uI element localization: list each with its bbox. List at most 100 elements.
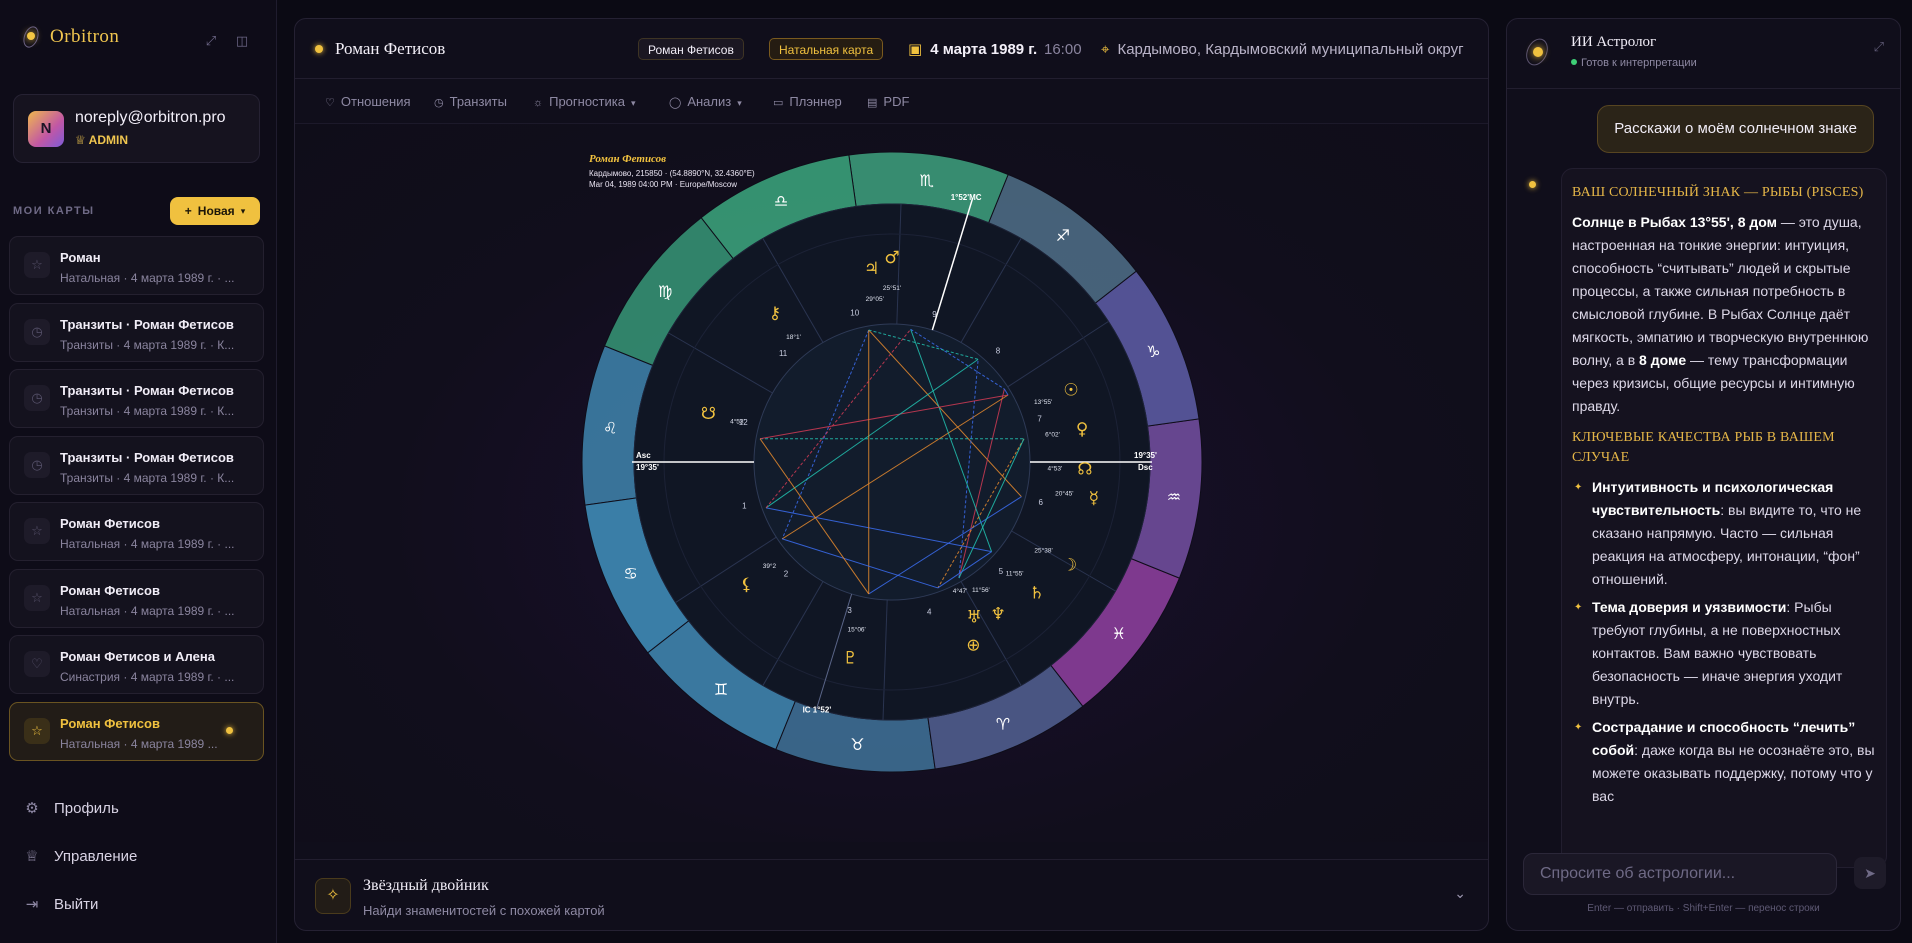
chart-item-subtitle: Синастрия · 4 марта 1989 г. · ...	[60, 670, 235, 684]
ai-question-input[interactable]: Спросите об астрологии...	[1523, 853, 1837, 895]
status-dot	[315, 45, 323, 53]
planet-mars-glyph[interactable]: ♂	[884, 248, 899, 268]
dsc-label: Dsc	[1138, 463, 1153, 472]
asc-degree: 19°35'	[636, 463, 659, 472]
zodiac-glyph: ♐	[1056, 226, 1070, 245]
sidebar-link-label: Управление	[54, 847, 138, 865]
user-role-label: ADMIN	[88, 133, 128, 147]
zodiac-glyph: ♒	[1167, 488, 1181, 507]
zodiac-glyph: ♌	[603, 418, 617, 437]
chart-item-title: Роман Фетисов	[60, 582, 160, 598]
planet-uranus-glyph[interactable]: ♅	[967, 608, 982, 628]
zodiac-glyph: ♓	[1112, 624, 1126, 643]
house-number: 3	[847, 606, 852, 615]
assistant-avatar	[1529, 181, 1536, 188]
star-twin-title: Звёздный двойник	[363, 877, 489, 894]
zodiac-glyph: ♑	[1146, 342, 1160, 361]
chart-list-item[interactable]: ♡ Роман Фетисов и Алена Синастрия · 4 март…	[9, 635, 264, 694]
planet-jupiter-glyph[interactable]: ♃	[864, 259, 879, 279]
birth-date-value: 4 марта 1989 г.	[930, 41, 1038, 58]
planet-south-node-glyph[interactable]: ☋	[701, 404, 716, 424]
planet-degree-label: 29°05'	[866, 295, 884, 303]
tab-transits[interactable]: ◷ Транзиты	[434, 94, 507, 109]
chart-list-item[interactable]: ◷ Транзиты · Роман Фетисов Транзиты · 4 ма…	[9, 435, 264, 495]
planet-lilith-glyph[interactable]: ⚸	[740, 575, 752, 595]
sparkles-icon: ✧	[315, 878, 351, 914]
star-twin-section[interactable]: ✧ Звёздный двойник Найди знаменитостей с…	[295, 859, 1488, 930]
chart-item-title: Роман	[60, 250, 101, 265]
planet-chiron-glyph[interactable]: ⚷	[769, 303, 781, 323]
chart-list-item[interactable]: ☆ Роман Фетисов Натальная · 4 марта 1989 г…	[9, 502, 264, 561]
planet-saturn-glyph[interactable]: ♄	[1029, 583, 1044, 603]
chart-list-item[interactable]: ◷ Транзиты · Роман Фетисов Транзиты · 4 ма…	[9, 369, 264, 428]
natal-chart-area: Роман Фетисов Кардымово, 215850 · (54.88…	[295, 124, 1488, 842]
tab-pdf[interactable]: ▤ PDF	[867, 94, 909, 109]
planet-degree-label: 15°06'	[847, 625, 865, 633]
gear-icon: ⚙	[25, 800, 39, 817]
tab-label: Анализ	[687, 94, 732, 109]
text: : даже когда вы не осознаёте это, вы мож…	[1592, 742, 1875, 804]
planet-sun-glyph[interactable]: ☉	[1063, 381, 1078, 401]
tab-label: Отношения	[340, 94, 411, 109]
chart-list-item[interactable]: ☆ Роман Фетисов Натальная · 4 марта 1989 г…	[9, 568, 264, 628]
chart-list-item[interactable]: ☆ Роман Натальная · 4 марта 1989 г. · ...	[9, 236, 264, 295]
section-label: МОИ КАРТЫ	[13, 205, 95, 217]
sidebar-link-profile[interactable]: ⚙ Профиль	[24, 799, 119, 818]
assistant-message: Ваш солнечный знак — Рыбы (Pisces) Солнц…	[1561, 168, 1887, 868]
tab-planner[interactable]: ▭ Плэннер	[773, 94, 842, 109]
chart-item-title: Роман Фетисов и Алена	[60, 649, 215, 664]
message-heading: Ключевые качества Рыб в вашем случае	[1572, 430, 1835, 465]
birth-time: 16:00	[1044, 41, 1082, 58]
crown-icon: ♕	[25, 848, 39, 865]
planet-part-of-fortune-glyph[interactable]: ⊕	[966, 636, 980, 656]
tab-relations[interactable]: ♡ Отношения	[325, 94, 411, 109]
tab-label: Плэннер	[789, 94, 842, 109]
zodiac-glyph: ♋	[623, 564, 637, 583]
chart-item-subtitle: Транзиты · 4 марта 1989 г. · К...	[60, 337, 235, 352]
expand-icon[interactable]: ⤢	[203, 33, 219, 49]
chevron-down-icon: ▾	[630, 98, 636, 108]
user-card[interactable]: N noreply@orbitron.pro ♕ ADMIN	[13, 94, 260, 163]
expand-icon[interactable]: ⤢	[1874, 39, 1884, 55]
planet-degree-label: 39°2	[763, 562, 777, 570]
collapse-sidebar-icon[interactable]: ◫	[234, 33, 250, 49]
planet-degree-label: 4°53'	[730, 418, 745, 426]
new-chart-label: Новая	[197, 204, 235, 218]
planet-mercury-glyph[interactable]: ☿	[1089, 489, 1099, 509]
chart-list-item[interactable]: ☆ Роман Фетисов Натальная · 4 марта 1989 .…	[9, 701, 264, 761]
planet-degree-label: 11°56'	[972, 586, 990, 594]
natal-chart-wheel[interactable]: Роман Фетисов Кардымово, 215850 · (54.88…	[295, 124, 1489, 842]
tab-label: PDF	[883, 94, 910, 109]
sidebar-link-logout[interactable]: ⇥ Выйти	[24, 895, 99, 914]
online-dot	[1571, 59, 1577, 65]
planet-moon-glyph[interactable]: ☽	[1062, 556, 1077, 576]
clock-icon: ◷	[24, 451, 50, 478]
planet-north-node-glyph[interactable]: ☊	[1077, 460, 1092, 480]
planet-degree-label: 4°53'	[1048, 465, 1063, 473]
tab-label: Прогностика	[549, 94, 625, 109]
chart-item-title: Транзиты · Роман Фетисов	[60, 449, 234, 465]
send-icon[interactable]: ➤	[1854, 857, 1886, 889]
sidebar-link-admin[interactable]: ♕ Управление	[24, 847, 138, 866]
chevron-down-icon[interactable]: ⌄	[1454, 885, 1466, 902]
emphasis: 8 доме	[1639, 352, 1687, 368]
active-dot	[226, 726, 233, 734]
mc-label: 1°52'MC	[951, 193, 982, 202]
tab-analysis[interactable]: ◯ Анализ ▾	[669, 94, 742, 109]
new-chart-button[interactable]: + Новая ▾	[170, 197, 260, 225]
input-hint: Enter — отправить · Shift+Enter — перено…	[1587, 903, 1820, 914]
chart-item-subtitle: Транзиты · 4 марта 1989 г. · К...	[60, 470, 235, 485]
planet-venus-glyph[interactable]: ♀	[1076, 419, 1088, 439]
planet-pluto-glyph[interactable]: ♇	[843, 649, 858, 669]
chart-list-item[interactable]: ◷ Транзиты · Роман Фетисов Транзиты · 4 ма…	[9, 302, 264, 362]
chart-caption-place: Кардымово, 215850 · (54.8890°N, 32.4360°…	[589, 169, 755, 178]
star-twin-subtitle: Найди знаменитостей с похожей картой	[363, 903, 605, 918]
chart-panel: Роман Фетисов Роман Фетисов Натальная ка…	[294, 18, 1489, 931]
chart-item-title: Транзиты · Роман Фетисов	[60, 316, 234, 332]
brand[interactable]: Orbitron	[24, 26, 119, 48]
planet-neptune-glyph[interactable]: ♆	[990, 605, 1005, 625]
tab-forecast[interactable]: ☼ Прогностика ▾	[533, 94, 636, 109]
logo-icon	[24, 26, 38, 48]
chart-item-title: Роман Фетисов	[60, 516, 160, 531]
planet-degree-label: 4°47'	[953, 587, 968, 595]
